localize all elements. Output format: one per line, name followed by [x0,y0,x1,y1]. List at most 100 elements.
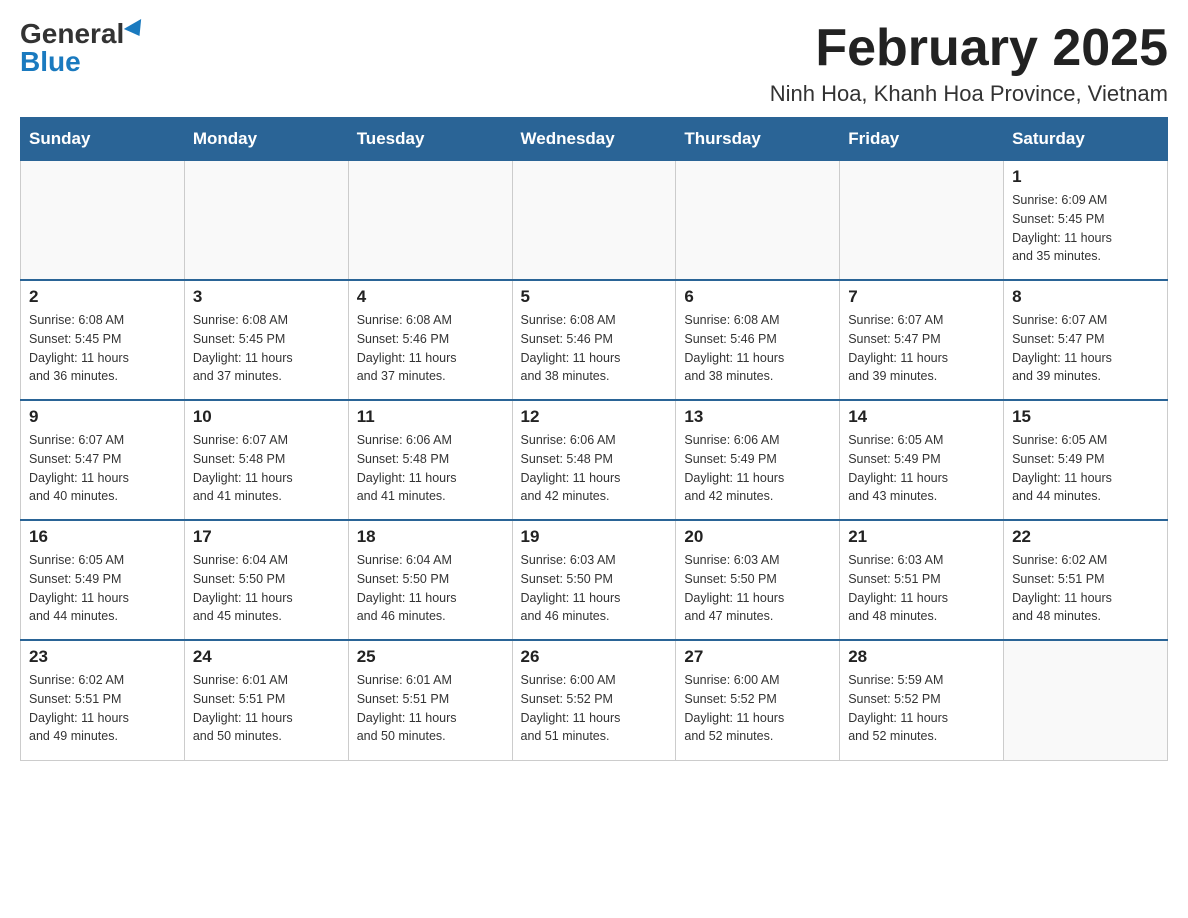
calendar-cell: 26 Sunrise: 6:00 AM Sunset: 5:52 PM Dayli… [512,640,676,760]
calendar-cell: 24 Sunrise: 6:01 AM Sunset: 5:51 PM Dayli… [184,640,348,760]
calendar-cell: 10Sunrise: 6:07 AM Sunset: 5:48 PM Dayli… [184,400,348,520]
calendar-cell: 23Sunrise: 6:02 AM Sunset: 5:51 PM Dayli… [21,640,185,760]
day-info: Sunrise: 6:07 AM Sunset: 5:47 PM Dayligh… [848,311,995,386]
logo-arrow-icon [124,19,148,41]
calendar-cell [840,160,1004,280]
month-title: February 2025 [770,20,1168,77]
logo-general-text: General [20,20,124,48]
weekday-header-tuesday: Tuesday [348,118,512,160]
calendar-cell [21,160,185,280]
day-number: 21 [848,527,995,547]
day-number: 6 [684,287,831,307]
calendar-cell: 19 Sunrise: 6:03 AM Sunset: 5:50 PM Dayli… [512,520,676,640]
day-number: 11 [357,407,504,427]
day-info: Sunrise: 6:08 AM Sunset: 5:46 PM Dayligh… [357,311,504,386]
calendar-cell [512,160,676,280]
calendar-table: SundayMondayTuesdayWednesdayThursdayFrid… [20,117,1168,761]
day-number: 25 [357,647,504,667]
day-number: 22 [1012,527,1159,547]
calendar-cell: 21Sunrise: 6:03 AM Sunset: 5:51 PM Dayli… [840,520,1004,640]
day-info: Sunrise: 6:09 AM Sunset: 5:45 PM Dayligh… [1012,191,1159,266]
day-number: 10 [193,407,340,427]
calendar-cell: 14Sunrise: 6:05 AM Sunset: 5:49 PM Dayli… [840,400,1004,520]
page-header: General Blue February 2025 Ninh Hoa, Kha… [20,20,1168,107]
day-number: 5 [521,287,668,307]
weekday-header-saturday: Saturday [1004,118,1168,160]
day-info: Sunrise: 6:08 AM Sunset: 5:45 PM Dayligh… [29,311,176,386]
calendar-cell [184,160,348,280]
calendar-cell: 28Sunrise: 5:59 AM Sunset: 5:52 PM Dayli… [840,640,1004,760]
calendar-cell: 15 Sunrise: 6:05 AM Sunset: 5:49 PM Dayli… [1004,400,1168,520]
day-info: Sunrise: 6:04 AM Sunset: 5:50 PM Dayligh… [193,551,340,626]
calendar-week-row: 23Sunrise: 6:02 AM Sunset: 5:51 PM Dayli… [21,640,1168,760]
day-info: Sunrise: 6:00 AM Sunset: 5:52 PM Dayligh… [684,671,831,746]
day-info: Sunrise: 6:01 AM Sunset: 5:51 PM Dayligh… [193,671,340,746]
day-number: 13 [684,407,831,427]
calendar-cell: 9Sunrise: 6:07 AM Sunset: 5:47 PM Daylig… [21,400,185,520]
day-info: Sunrise: 6:02 AM Sunset: 5:51 PM Dayligh… [1012,551,1159,626]
day-number: 19 [521,527,668,547]
day-number: 1 [1012,167,1159,187]
day-number: 17 [193,527,340,547]
day-info: Sunrise: 6:06 AM Sunset: 5:49 PM Dayligh… [684,431,831,506]
day-number: 7 [848,287,995,307]
weekday-header-friday: Friday [840,118,1004,160]
logo: General Blue [20,20,146,76]
day-number: 26 [521,647,668,667]
calendar-cell: 4 Sunrise: 6:08 AM Sunset: 5:46 PM Daylig… [348,280,512,400]
day-info: Sunrise: 6:06 AM Sunset: 5:48 PM Dayligh… [521,431,668,506]
day-info: Sunrise: 6:07 AM Sunset: 5:47 PM Dayligh… [29,431,176,506]
weekday-header-thursday: Thursday [676,118,840,160]
day-number: 4 [357,287,504,307]
calendar-cell [1004,640,1168,760]
calendar-cell: 11 Sunrise: 6:06 AM Sunset: 5:48 PM Dayli… [348,400,512,520]
day-number: 20 [684,527,831,547]
weekday-header-sunday: Sunday [21,118,185,160]
calendar-cell: 13 Sunrise: 6:06 AM Sunset: 5:49 PM Dayli… [676,400,840,520]
day-number: 18 [357,527,504,547]
weekday-header-row: SundayMondayTuesdayWednesdayThursdayFrid… [21,118,1168,160]
day-number: 15 [1012,407,1159,427]
calendar-cell: 18 Sunrise: 6:04 AM Sunset: 5:50 PM Dayli… [348,520,512,640]
day-info: Sunrise: 6:08 AM Sunset: 5:46 PM Dayligh… [684,311,831,386]
day-number: 8 [1012,287,1159,307]
day-info: Sunrise: 6:05 AM Sunset: 5:49 PM Dayligh… [1012,431,1159,506]
weekday-header-wednesday: Wednesday [512,118,676,160]
calendar-cell: 2 Sunrise: 6:08 AM Sunset: 5:45 PM Daylig… [21,280,185,400]
day-number: 2 [29,287,176,307]
title-section: February 2025 Ninh Hoa, Khanh Hoa Provin… [770,20,1168,107]
day-info: Sunrise: 5:59 AM Sunset: 5:52 PM Dayligh… [848,671,995,746]
calendar-cell: 20 Sunrise: 6:03 AM Sunset: 5:50 PM Dayli… [676,520,840,640]
day-number: 27 [684,647,831,667]
calendar-week-row: 9Sunrise: 6:07 AM Sunset: 5:47 PM Daylig… [21,400,1168,520]
weekday-header-monday: Monday [184,118,348,160]
calendar-cell: 16Sunrise: 6:05 AM Sunset: 5:49 PM Dayli… [21,520,185,640]
location-title: Ninh Hoa, Khanh Hoa Province, Vietnam [770,81,1168,107]
day-number: 14 [848,407,995,427]
calendar-cell: 1 Sunrise: 6:09 AM Sunset: 5:45 PM Daylig… [1004,160,1168,280]
day-info: Sunrise: 6:05 AM Sunset: 5:49 PM Dayligh… [29,551,176,626]
calendar-cell: 27 Sunrise: 6:00 AM Sunset: 5:52 PM Dayli… [676,640,840,760]
calendar-cell: 5 Sunrise: 6:08 AM Sunset: 5:46 PM Daylig… [512,280,676,400]
calendar-cell: 8 Sunrise: 6:07 AM Sunset: 5:47 PM Daylig… [1004,280,1168,400]
day-info: Sunrise: 6:07 AM Sunset: 5:47 PM Dayligh… [1012,311,1159,386]
day-info: Sunrise: 6:03 AM Sunset: 5:50 PM Dayligh… [684,551,831,626]
day-info: Sunrise: 6:03 AM Sunset: 5:50 PM Dayligh… [521,551,668,626]
calendar-cell [676,160,840,280]
day-info: Sunrise: 6:04 AM Sunset: 5:50 PM Dayligh… [357,551,504,626]
day-info: Sunrise: 6:06 AM Sunset: 5:48 PM Dayligh… [357,431,504,506]
day-number: 12 [521,407,668,427]
day-number: 3 [193,287,340,307]
calendar-week-row: 2 Sunrise: 6:08 AM Sunset: 5:45 PM Daylig… [21,280,1168,400]
calendar-cell [348,160,512,280]
day-info: Sunrise: 6:00 AM Sunset: 5:52 PM Dayligh… [521,671,668,746]
day-info: Sunrise: 6:08 AM Sunset: 5:46 PM Dayligh… [521,311,668,386]
calendar-cell: 17 Sunrise: 6:04 AM Sunset: 5:50 PM Dayli… [184,520,348,640]
day-info: Sunrise: 6:01 AM Sunset: 5:51 PM Dayligh… [357,671,504,746]
calendar-cell: 3 Sunrise: 6:08 AM Sunset: 5:45 PM Daylig… [184,280,348,400]
calendar-cell: 6 Sunrise: 6:08 AM Sunset: 5:46 PM Daylig… [676,280,840,400]
calendar-week-row: 1 Sunrise: 6:09 AM Sunset: 5:45 PM Daylig… [21,160,1168,280]
day-info: Sunrise: 6:08 AM Sunset: 5:45 PM Dayligh… [193,311,340,386]
calendar-week-row: 16Sunrise: 6:05 AM Sunset: 5:49 PM Dayli… [21,520,1168,640]
day-number: 24 [193,647,340,667]
